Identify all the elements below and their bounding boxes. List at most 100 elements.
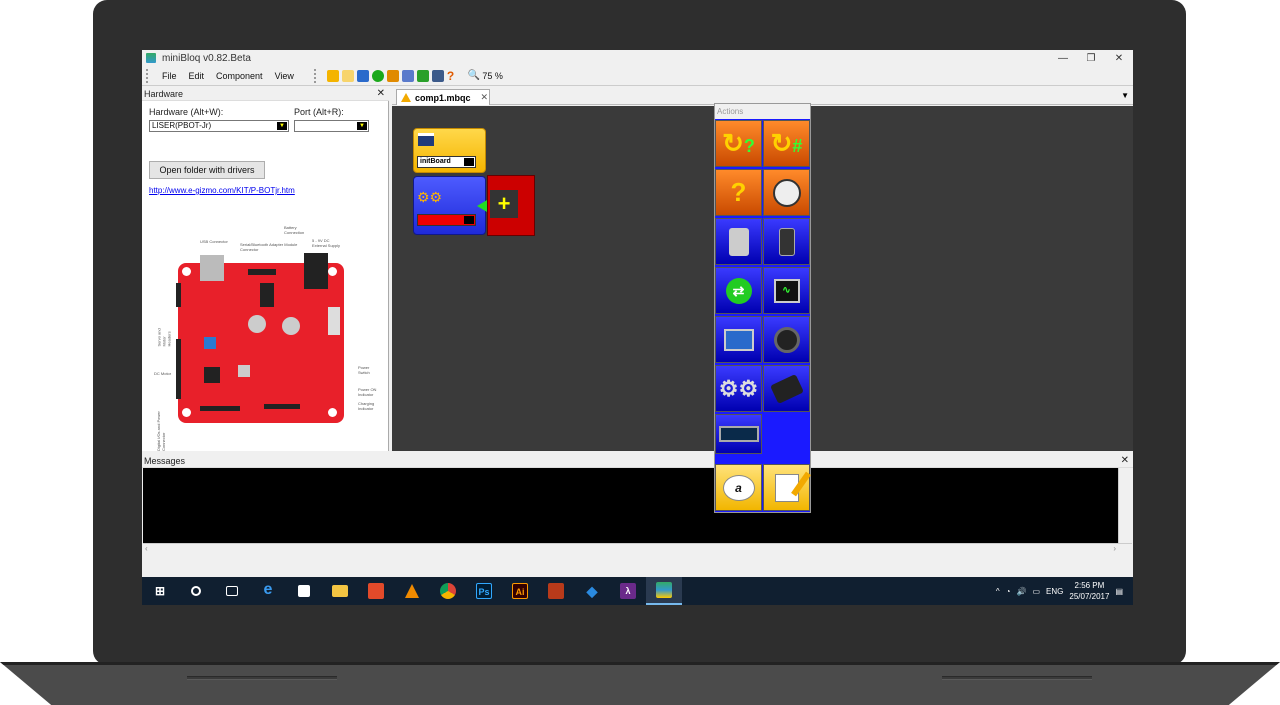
explorer-icon[interactable] (322, 577, 358, 605)
start-button[interactable]: ⊞ (142, 577, 178, 605)
title-bar: miniBloq v0.82.Beta — ❐ ✕ (142, 50, 1133, 66)
computer-serial-icon[interactable] (715, 316, 762, 363)
communication-icon[interactable]: ⇄ (715, 267, 762, 314)
close-button[interactable]: ✕ (1105, 53, 1133, 64)
tab-label: comp1.mbqc (415, 92, 471, 103)
restore-button[interactable]: ❐ (1077, 53, 1105, 64)
zoom-control[interactable]: 🔍 75 % (468, 70, 503, 81)
illustrator-icon[interactable]: Ai (502, 577, 538, 605)
comment-glyph: a (722, 474, 755, 501)
hardware-link[interactable]: http://www.e-gizmo.com/KIT/P-BOTjr.htm (149, 186, 295, 195)
book-icon[interactable] (416, 69, 429, 82)
lambda-icon[interactable]: λ (610, 577, 646, 605)
connector-arrow-icon (477, 200, 487, 212)
open-icon[interactable] (326, 69, 339, 82)
motor-block-select[interactable] (417, 214, 476, 226)
tab-close-icon[interactable]: ✕ (481, 92, 489, 103)
sublime-icon[interactable] (538, 577, 574, 605)
laptop-vent-left (187, 676, 337, 680)
clock[interactable]: 2:56 PM 25/07/2017 (1069, 580, 1109, 602)
menu-component[interactable]: Component (210, 71, 269, 81)
actions-panel-title: Actions (715, 104, 810, 119)
opera-icon[interactable] (358, 577, 394, 605)
window-controls: — ❐ ✕ (1049, 53, 1133, 64)
toolbar: ? 🔍 75 % (310, 68, 503, 83)
menu-view[interactable]: View (269, 71, 300, 81)
menu-file[interactable]: File (156, 71, 183, 81)
init-board-block[interactable]: initBoard (413, 128, 486, 173)
tab-comp1[interactable]: comp1.mbqc ✕ (396, 89, 490, 105)
callout-serial: Serial/Bluetooth Adapter Module Connecto… (240, 242, 298, 252)
loop-count-icon[interactable]: ↻# (763, 120, 810, 167)
language-indicator[interactable]: ENG (1046, 587, 1063, 596)
save-icon[interactable] (356, 69, 369, 82)
scroll-right-icon[interactable]: › (1113, 544, 1116, 553)
search-icon[interactable] (178, 577, 214, 605)
callout-charging: Charging Indicator (358, 401, 375, 411)
lcd-icon[interactable] (715, 414, 762, 454)
messages-horizontal-scrollbar[interactable]: ‹ › (143, 543, 1132, 555)
menu-edit[interactable]: Edit (183, 71, 211, 81)
messages-output[interactable] (143, 468, 1118, 543)
lambda-label: λ (620, 583, 636, 599)
board-image (176, 253, 344, 423)
minibloq-taskbar-icon[interactable] (646, 577, 682, 605)
monitor-icon[interactable] (431, 69, 444, 82)
scroll-left-icon[interactable]: ‹ (145, 544, 148, 553)
notification-icon[interactable]: ▤ (1115, 587, 1123, 596)
callout-external: 5 - 9V DC External Supply (312, 238, 341, 248)
callout-usb: USB Connector (200, 239, 228, 244)
battery-icon[interactable]: ▭ (1032, 587, 1040, 596)
messages-panel-close-icon[interactable]: ✕ (1121, 455, 1129, 466)
messages-vertical-scrollbar[interactable] (1118, 468, 1132, 543)
vlc-icon[interactable] (394, 577, 430, 605)
callout-servo: Servo and Motor Headers (156, 328, 172, 347)
variable-set-icon[interactable] (715, 218, 762, 265)
callout-power: Power Switch (358, 365, 370, 375)
volume-icon[interactable]: 🔊 (1017, 587, 1027, 596)
photoshop-icon[interactable]: Ps (466, 577, 502, 605)
clock-time: 2:56 PM (1074, 581, 1105, 590)
variable-clear-icon[interactable] (763, 218, 810, 265)
comment-icon[interactable]: a (715, 464, 762, 511)
run-icon[interactable] (371, 69, 384, 82)
vscode-icon[interactable]: ◆ (574, 577, 610, 605)
edge-icon[interactable]: e (250, 577, 286, 605)
hardware-select[interactable]: LISER(PBOT-Jr) ▼ (149, 120, 289, 132)
chevron-up-icon[interactable]: ^ (996, 587, 1000, 596)
build-icon[interactable] (386, 69, 399, 82)
servo-icon[interactable] (763, 365, 810, 412)
system-tray: ^ ◔ 🔊 ▭ ENG 2:56 PM 25/07/2017 ▤ (996, 580, 1133, 602)
open-drivers-button[interactable]: Open folder with drivers (149, 161, 265, 179)
hardware-select-value: LISER(PBOT-Jr) (152, 121, 212, 130)
loop-while-icon[interactable]: ↻? (715, 120, 762, 167)
chrome-icon[interactable] (430, 577, 466, 605)
actions-panel: Actions ↻? ↻# ? ⇄ ∿ ⚙⚙ a (714, 103, 811, 513)
minimize-button[interactable]: — (1049, 53, 1077, 64)
port-select[interactable]: ▼ (294, 120, 369, 132)
hardware-label: Hardware (Alt+W): (149, 107, 224, 117)
chevron-down-icon: ▼ (357, 122, 367, 130)
edit-icon[interactable] (401, 69, 414, 82)
help-icon[interactable]: ? (447, 70, 459, 82)
tab-list-chevron-icon[interactable]: ▼ (1121, 91, 1129, 100)
oscilloscope-icon[interactable]: ∿ (763, 267, 810, 314)
window-title: miniBloq v0.82.Beta (162, 52, 251, 64)
if-icon[interactable]: ? (715, 169, 762, 216)
network-icon[interactable]: ◔ (1006, 587, 1011, 596)
add-block[interactable]: + (487, 175, 535, 236)
init-board-select[interactable]: initBoard (417, 156, 476, 168)
motor-block[interactable]: ⚙⚙ (413, 176, 486, 235)
hardware-panel-close-icon[interactable]: ✕ (377, 88, 385, 99)
gears-icon[interactable]: ⚙⚙ (715, 365, 762, 412)
speaker-icon[interactable] (763, 316, 810, 363)
task-view-icon[interactable] (214, 577, 250, 605)
note-icon[interactable] (763, 464, 811, 511)
clock-icon[interactable] (763, 169, 810, 216)
clapperboard-icon (418, 133, 434, 146)
plus-icon: + (490, 190, 518, 218)
store-icon[interactable] (286, 577, 322, 605)
new-icon[interactable] (341, 69, 354, 82)
photoshop-label: Ps (476, 583, 492, 599)
warning-icon (401, 93, 411, 102)
